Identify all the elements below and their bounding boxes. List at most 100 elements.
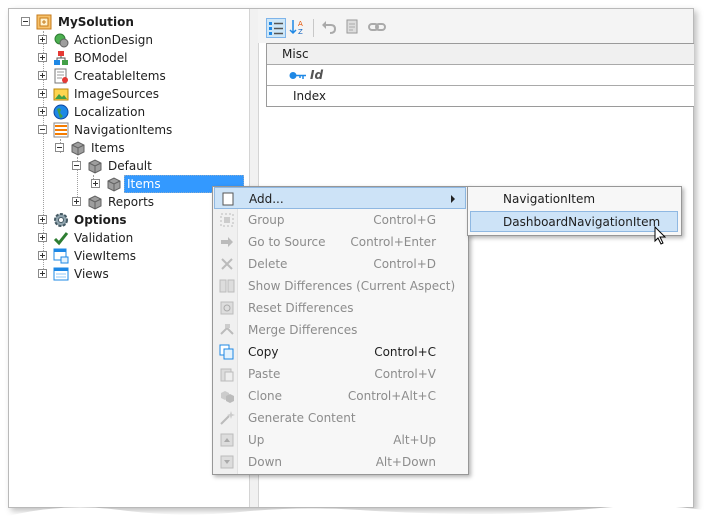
add-icon — [222, 192, 234, 206]
bomodel-icon — [54, 51, 68, 65]
mouse-cursor-icon — [654, 226, 667, 245]
torn-edge — [0, 505, 716, 529]
menu-item-paste[interactable]: Paste Control+V — [214, 363, 466, 385]
collapse-icon[interactable] — [55, 143, 64, 152]
undo-button[interactable] — [320, 18, 340, 38]
collapse-icon[interactable] — [72, 161, 81, 170]
menu-item-down[interactable]: Down Alt+Down — [214, 451, 466, 473]
submenu-item-dashboardnavigationitem[interactable]: DashboardNavigationItem — [470, 211, 678, 232]
add-submenu: NavigationItem DashboardNavigationItem — [467, 186, 682, 236]
collapse-icon[interactable] — [38, 125, 47, 134]
menu-item-add[interactable]: Add... — [214, 187, 466, 209]
menu-item-shortcut: Control+Enter — [350, 235, 436, 249]
link-icon — [368, 23, 386, 31]
menu-item-clone[interactable]: Clone Control+Alt+C — [214, 385, 466, 407]
collapse-icon[interactable] — [21, 17, 30, 26]
toolbar-separator — [313, 19, 314, 37]
tree-label: Localization — [74, 105, 146, 119]
categorized-button[interactable] — [266, 18, 286, 38]
sort-az-icon: A Z — [289, 20, 303, 36]
submenu-item-label: NavigationItem — [503, 192, 596, 206]
expand-icon[interactable] — [38, 71, 47, 80]
tree-label: BOModel — [74, 51, 128, 65]
menu-item-label: Show Differences (Current Aspect) — [248, 279, 456, 293]
menu-item-merge-differences[interactable]: Merge Differences — [214, 319, 466, 341]
tree-label: Options — [74, 213, 127, 227]
expand-icon[interactable] — [38, 215, 47, 224]
menu-item-shortcut: Alt+Up — [393, 433, 436, 447]
globe-icon — [53, 104, 69, 120]
menu-item-shortcut: Alt+Down — [375, 455, 436, 469]
creatable-icon — [54, 68, 68, 84]
expand-icon[interactable] — [38, 233, 47, 242]
expand-icon[interactable] — [72, 197, 81, 206]
context-menu: Add... Group Control+G Go to Source Cont… — [212, 186, 469, 475]
tree-label: Validation — [74, 231, 134, 245]
expand-icon[interactable] — [38, 53, 47, 62]
copy-icon — [219, 344, 234, 360]
submenu-arrow-icon — [451, 195, 455, 203]
menu-item-label: Clone — [248, 389, 283, 403]
category-label: Misc — [282, 47, 309, 61]
property-grid: Misc Id Index — [266, 43, 694, 107]
categorized-icon — [269, 22, 283, 35]
menu-item-go-to-source[interactable]: Go to Source Control+Enter — [214, 231, 466, 253]
up-icon — [220, 433, 234, 447]
submenu-item-label: DashboardNavigationItem — [503, 215, 661, 229]
paste-icon — [220, 368, 234, 382]
tree-label: ViewItems — [74, 249, 137, 263]
delete-icon — [221, 258, 233, 270]
menu-item-group[interactable]: Group Control+G — [214, 209, 466, 231]
menu-item-generate-content[interactable]: Generate Content — [214, 407, 466, 429]
menu-item-label: Delete — [248, 257, 288, 271]
localization-button[interactable] — [344, 18, 364, 38]
menu-item-up[interactable]: Up Alt+Up — [214, 429, 466, 451]
group-icon — [220, 213, 234, 227]
tree-label: NavigationItems — [74, 123, 173, 137]
property-row-id[interactable]: Id — [267, 65, 694, 86]
property-row-index[interactable]: Index — [267, 86, 694, 106]
views-icon — [53, 267, 69, 281]
expand-icon[interactable] — [91, 179, 100, 188]
expand-icon[interactable] — [38, 35, 47, 44]
menu-item-reset-differences[interactable]: Reset Differences — [214, 297, 466, 319]
expand-icon[interactable] — [38, 107, 47, 116]
property-toolbar: A Z — [258, 9, 693, 43]
menu-item-delete[interactable]: Delete Control+D — [214, 253, 466, 275]
undo-icon — [322, 21, 337, 34]
submenu-item-navigationitem[interactable]: NavigationItem — [470, 189, 678, 210]
cube-icon — [88, 195, 102, 210]
tree-label: ActionDesign — [74, 33, 154, 47]
property-label: Id — [310, 68, 324, 82]
expand-icon[interactable] — [38, 89, 47, 98]
menu-item-shortcut: Control+Alt+C — [347, 389, 436, 403]
tree-label: Default — [108, 159, 152, 173]
expand-icon[interactable] — [38, 251, 47, 260]
alphabetical-button[interactable]: A Z — [289, 18, 309, 38]
menu-item-label: Copy — [248, 345, 279, 359]
tree-label: Views — [74, 267, 109, 281]
tree-label: Reports — [108, 195, 155, 209]
menu-item-copy[interactable]: Copy Control+C — [214, 341, 466, 363]
cube-icon — [71, 141, 85, 156]
menu-item-label: Down — [248, 455, 283, 469]
menu-item-shortcut: Control+D — [373, 257, 436, 271]
cube-icon — [88, 159, 102, 174]
menu-item-shortcut: Control+V — [374, 367, 436, 381]
menu-item-show-differences[interactable]: Show Differences (Current Aspect) — [214, 275, 466, 297]
down-icon — [220, 455, 234, 469]
document-icon — [346, 19, 358, 34]
property-label: Index — [293, 89, 327, 103]
svg-text:Z: Z — [298, 28, 303, 36]
goto-source-icon — [221, 237, 233, 247]
category-row[interactable]: Misc — [267, 44, 694, 65]
generate-content-icon — [220, 411, 235, 425]
reset-differences-icon — [220, 301, 234, 315]
gear-icon — [54, 213, 68, 227]
expand-icon[interactable] — [38, 269, 47, 278]
images-icon — [53, 88, 69, 101]
tree-label: Items — [91, 141, 125, 155]
menu-item-label: Add... — [249, 192, 284, 206]
link-button[interactable] — [368, 18, 388, 38]
tree-label-root: MySolution — [58, 15, 134, 29]
